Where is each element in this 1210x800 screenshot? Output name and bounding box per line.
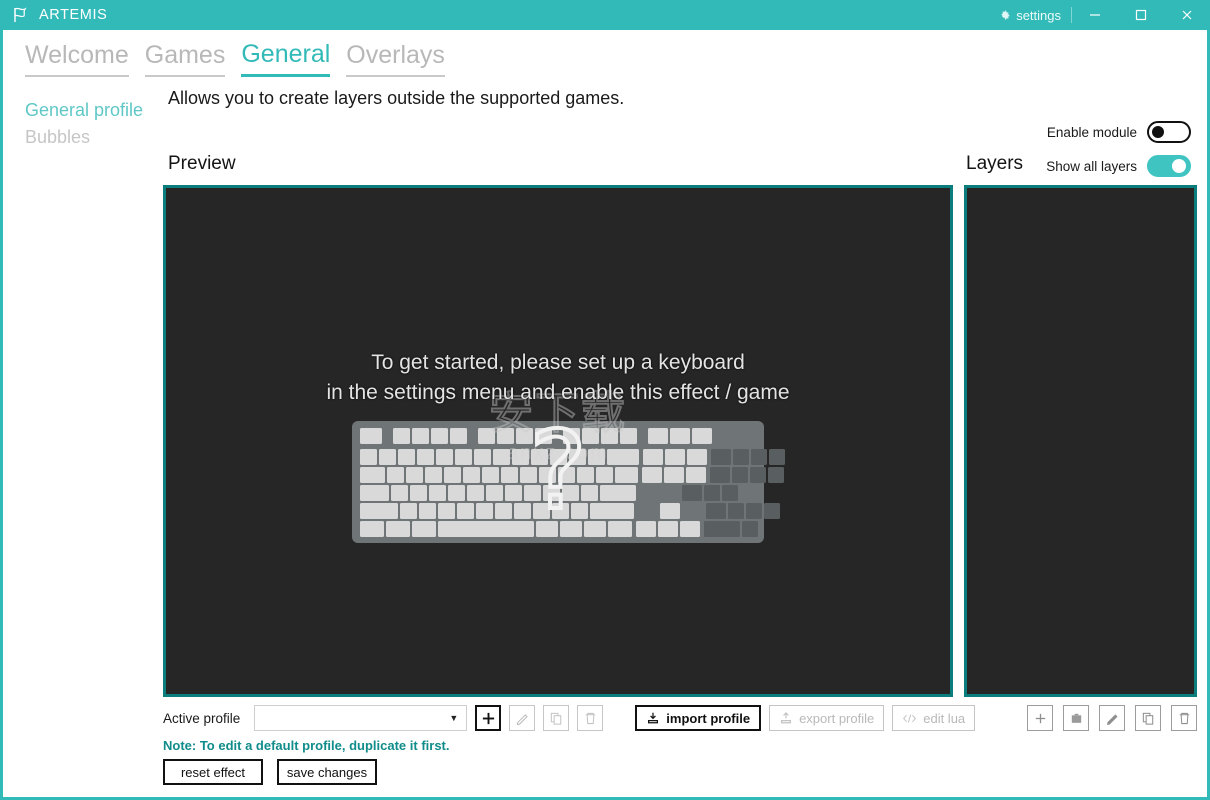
show-all-layers-toggle[interactable] (1147, 155, 1191, 177)
settings-button[interactable]: settings (988, 0, 1071, 30)
edit-lua-label: edit lua (923, 710, 966, 726)
chevron-down-icon: ▼ (449, 713, 459, 723)
tab-general[interactable]: General (241, 42, 331, 77)
profile-note: Note: To edit a default profile, duplica… (163, 738, 450, 753)
plus-icon (1035, 713, 1045, 723)
toggle-knob (1172, 159, 1186, 173)
action-buttons: reset effect save changes (163, 759, 377, 785)
title-bar: ARTEMIS settings (0, 0, 1210, 30)
import-profile-button[interactable]: import profile (635, 705, 762, 731)
reset-effect-button[interactable]: reset effect (163, 759, 263, 785)
edit-layer-button[interactable] (1099, 705, 1125, 731)
enable-module-label: Enable module (1046, 124, 1137, 140)
layers-panel[interactable] (964, 185, 1197, 697)
preview-message-line2: in the settings menu and enable this eff… (326, 381, 790, 404)
add-layer-button[interactable] (1027, 705, 1053, 731)
show-all-layers-row: Show all layers (1046, 155, 1191, 177)
layers-header: Layers (966, 153, 1024, 174)
preview-message: To get started, please set up a keyboard… (166, 348, 950, 408)
show-all-layers-label: Show all layers (1046, 158, 1137, 174)
pencil-icon (516, 713, 528, 725)
copy-icon (1142, 712, 1153, 725)
tab-games[interactable]: Games (144, 43, 226, 77)
copy-icon (550, 712, 562, 725)
profile-toolbar: Active profile ▼ import profile export p… (163, 705, 976, 731)
add-folder-button[interactable] (1063, 705, 1089, 731)
sidebar-item-general-profile[interactable]: General profile (25, 97, 143, 124)
minimize-icon (1090, 14, 1100, 16)
export-profile-button[interactable]: export profile (769, 705, 885, 731)
layers-toolbar (1027, 705, 1197, 731)
preview-message-line1: To get started, please set up a keyboard (371, 351, 745, 374)
export-profile-label: export profile (799, 710, 875, 726)
preview-panel[interactable]: ? 安下载 anxz.com To get started, please se… (163, 185, 953, 697)
preview-header: Preview (168, 153, 236, 174)
close-icon (1182, 10, 1192, 20)
enable-module-row: Enable module (1047, 121, 1191, 143)
export-icon (779, 711, 793, 725)
main-tabs: Welcome Games General Overlays (25, 42, 445, 77)
save-changes-button[interactable]: save changes (277, 759, 377, 785)
settings-label: settings (1016, 7, 1061, 23)
tab-overlays[interactable]: Overlays (346, 43, 445, 77)
plus-icon (482, 712, 494, 724)
pencil-icon (1106, 713, 1118, 725)
profile-sidebar: General profile Bubbles (25, 97, 143, 151)
artemis-window: ARTEMIS settings Welcome Games General O… (0, 0, 1210, 800)
import-icon (646, 711, 660, 725)
artemis-flag-icon (10, 5, 30, 25)
folder-icon (1071, 713, 1081, 723)
delete-profile-button[interactable] (577, 705, 604, 731)
trash-icon (1179, 712, 1189, 724)
duplicate-profile-button[interactable] (543, 705, 570, 731)
close-button[interactable] (1164, 0, 1210, 30)
active-profile-select[interactable]: ▼ (254, 705, 468, 731)
enable-module-toggle[interactable] (1147, 121, 1191, 143)
add-profile-button[interactable] (475, 705, 502, 731)
gear-icon (998, 9, 1011, 22)
module-description: Allows you to create layers outside the … (168, 88, 625, 108)
edit-profile-button[interactable] (509, 705, 536, 731)
code-icon (902, 712, 917, 725)
active-profile-label: Active profile (163, 710, 241, 726)
toggle-knob (1152, 126, 1164, 138)
question-mark-overlay: ? (527, 409, 588, 534)
sidebar-item-bubbles[interactable]: Bubbles (25, 124, 143, 151)
edit-lua-button[interactable]: edit lua (892, 705, 976, 731)
tab-welcome[interactable]: Welcome (25, 43, 129, 77)
delete-layer-button[interactable] (1171, 705, 1197, 731)
window-title: ARTEMIS (39, 7, 108, 23)
trash-icon (585, 712, 595, 724)
duplicate-layer-button[interactable] (1135, 705, 1161, 731)
maximize-button[interactable] (1118, 0, 1164, 30)
maximize-icon (1135, 9, 1147, 21)
window-controls: settings (988, 0, 1210, 30)
minimize-button[interactable] (1072, 0, 1118, 30)
import-profile-label: import profile (666, 710, 751, 726)
